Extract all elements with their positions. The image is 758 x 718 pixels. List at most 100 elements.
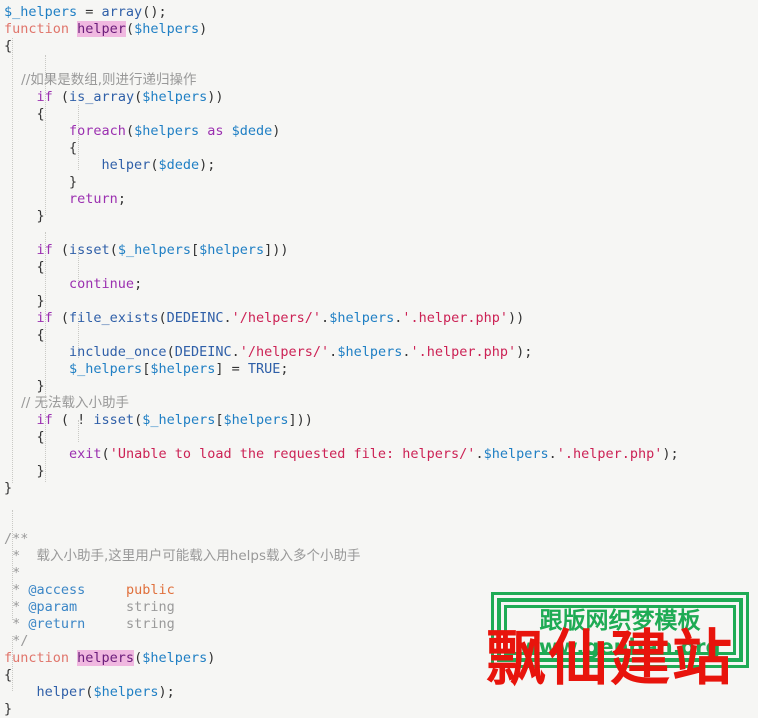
- code-token: file_exists: [69, 310, 159, 326]
- code-token: ): [199, 21, 208, 37]
- code-line[interactable]: foreach($helpers as $dede): [0, 123, 758, 140]
- code-line[interactable]: }: [0, 208, 758, 225]
- code-line[interactable]: {: [0, 38, 758, 55]
- code-token: @return: [28, 616, 86, 632]
- code-line[interactable]: {: [0, 140, 758, 157]
- code-token: $_helpers: [4, 4, 78, 20]
- code-token: string: [125, 616, 175, 632]
- code-line[interactable]: if (isset($_helpers[$helpers])): [0, 242, 758, 259]
- code-line[interactable]: }: [0, 174, 758, 191]
- code-line[interactable]: */: [0, 633, 758, 650]
- code-line[interactable]: //如果是数组,则进行递归操作: [0, 72, 758, 89]
- code-token: $helpers: [199, 242, 265, 258]
- code-token: DEDEINC: [174, 344, 232, 360]
- code-line[interactable]: * 载入小助手,这里用户可能载入用helps载入多个小助手: [0, 548, 758, 565]
- code-token: */: [4, 633, 29, 649]
- code-line[interactable]: if (is_array($helpers)): [0, 89, 758, 106]
- code-line[interactable]: {: [0, 327, 758, 344]
- code-line[interactable]: [0, 497, 758, 514]
- code-line[interactable]: }: [0, 293, 758, 310]
- code-token: );: [516, 344, 533, 360]
- code-token: (: [52, 89, 70, 105]
- code-token: ;: [280, 361, 289, 377]
- code-token: [: [215, 412, 224, 428]
- code-line[interactable]: [0, 55, 758, 72]
- code-line[interactable]: {: [0, 667, 758, 684]
- code-token: }: [4, 174, 78, 190]
- code-token: $helpers: [93, 684, 159, 700]
- code-token: ( !: [52, 412, 94, 428]
- code-line[interactable]: // 无法载入小助手: [0, 395, 758, 412]
- code-token: {: [4, 38, 13, 54]
- code-line[interactable]: [0, 514, 758, 531]
- code-line[interactable]: helper($helpers);: [0, 684, 758, 701]
- code-token: *: [4, 565, 21, 581]
- code-token: );: [158, 684, 175, 700]
- code-token: ();: [142, 4, 167, 20]
- code-line[interactable]: {: [0, 106, 758, 123]
- code-token: as: [207, 123, 224, 139]
- code-line[interactable]: include_once(DEDEINC.'/helpers/'.$helper…: [0, 344, 758, 361]
- code-token: (: [52, 242, 70, 258]
- code-listing[interactable]: $_helpers = array(); function helper($hel…: [0, 0, 758, 718]
- code-token: '.helper.php': [556, 446, 663, 462]
- code-line[interactable]: }: [0, 463, 758, 480]
- code-token: $helpers: [134, 123, 200, 139]
- code-token: (: [52, 310, 70, 326]
- code-line[interactable]: [0, 225, 758, 242]
- code-token: helper: [77, 21, 126, 37]
- code-line[interactable]: {: [0, 429, 758, 446]
- code-line[interactable]: if (file_exists(DEDEINC.'/helpers/'.$hel…: [0, 310, 758, 327]
- code-token: 载入小助手,这里用户可能载入用helps载入多个小助手: [36, 548, 361, 564]
- code-token: helpers: [77, 650, 135, 666]
- code-token: $helpers: [329, 310, 395, 326]
- code-token: }: [4, 701, 13, 717]
- code-line[interactable]: function helper($helpers): [0, 21, 758, 38]
- code-line[interactable]: * @return string: [0, 616, 758, 633]
- code-line[interactable]: helper($dede);: [0, 157, 758, 174]
- code-line[interactable]: * @param string: [0, 599, 758, 616]
- code-token: $helpers: [134, 21, 200, 37]
- code-line[interactable]: * @access public: [0, 582, 758, 599]
- code-token: (: [109, 242, 118, 258]
- code-token: DEDEINC: [166, 310, 224, 326]
- code-token: TRUE: [247, 361, 281, 377]
- code-token: helper: [36, 684, 86, 700]
- code-line[interactable]: exit('Unable to load the requested file:…: [0, 446, 758, 463]
- code-token: (: [134, 89, 143, 105]
- code-line[interactable]: /**: [0, 531, 758, 548]
- code-token: '/helpers/': [231, 310, 322, 326]
- code-line[interactable]: if ( ! isset($_helpers[$helpers])): [0, 412, 758, 429]
- code-token: .: [321, 310, 330, 326]
- code-token: (: [125, 123, 135, 139]
- code-line[interactable]: }: [0, 701, 758, 718]
- code-token: ;: [117, 191, 126, 207]
- code-line[interactable]: $_helpers[$helpers] = TRUE;: [0, 361, 758, 378]
- code-line[interactable]: function helpers($helpers): [0, 650, 758, 667]
- code-token: (: [134, 650, 143, 666]
- code-line[interactable]: }: [0, 480, 758, 497]
- code-token: =: [77, 4, 102, 20]
- code-line[interactable]: {: [0, 259, 758, 276]
- code-token: $dede: [231, 123, 273, 139]
- code-token: return: [69, 191, 118, 207]
- code-line[interactable]: $_helpers = array();: [0, 4, 758, 21]
- code-token: helper: [101, 157, 151, 173]
- code-token: )): [207, 89, 224, 105]
- code-token: /**: [4, 531, 29, 547]
- code-token: if: [36, 412, 53, 428]
- code-line[interactable]: }: [0, 378, 758, 395]
- code-line[interactable]: *: [0, 565, 758, 582]
- code-token: )): [508, 310, 525, 326]
- code-line[interactable]: continue;: [0, 276, 758, 293]
- code-line[interactable]: return;: [0, 191, 758, 208]
- code-token: (: [134, 412, 143, 428]
- code-token: );: [199, 157, 216, 173]
